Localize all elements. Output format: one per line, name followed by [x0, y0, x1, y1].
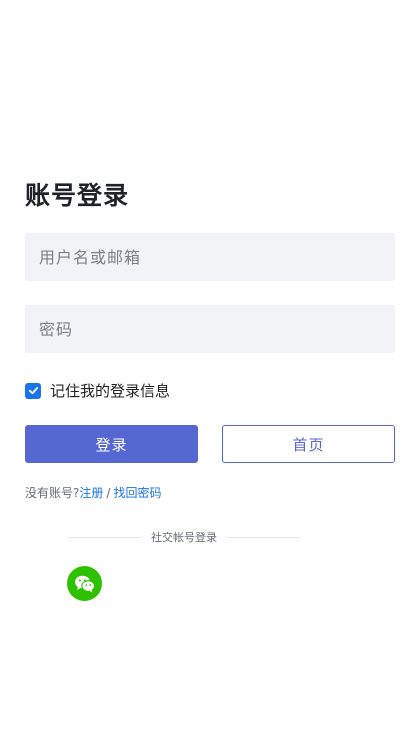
social-login-label: 社交帐号登录 — [151, 531, 217, 544]
divider-line-right — [227, 536, 300, 538]
page-title: 账号登录 — [25, 181, 130, 210]
check-icon — [28, 387, 38, 395]
home-button[interactable]: 首页 — [222, 425, 395, 463]
forgot-password-link[interactable]: 找回密码 — [113, 486, 161, 500]
account-links: 没有账号?注册 / 找回密码 — [25, 484, 161, 501]
wechat-icon — [74, 575, 95, 593]
no-account-text: 没有账号? — [25, 486, 80, 500]
username-input[interactable] — [25, 233, 395, 281]
remember-label: 记住我的登录信息 — [50, 382, 171, 400]
password-input[interactable] — [25, 305, 395, 353]
remember-checkbox[interactable] — [25, 382, 41, 399]
link-separator: / — [106, 486, 111, 500]
divider-line-left — [68, 536, 141, 538]
register-link[interactable]: 注册 — [79, 486, 103, 500]
social-login-divider: 社交帐号登录 — [68, 529, 300, 545]
wechat-login-button[interactable] — [67, 566, 102, 601]
login-page: 账号登录 记住我的登录信息 登录 首页 没有账号?注册/找回密码 社交帐号登录 — [0, 0, 414, 754]
remember-me[interactable]: 记住我的登录信息 — [25, 380, 170, 401]
login-button[interactable]: 登录 — [25, 425, 198, 463]
